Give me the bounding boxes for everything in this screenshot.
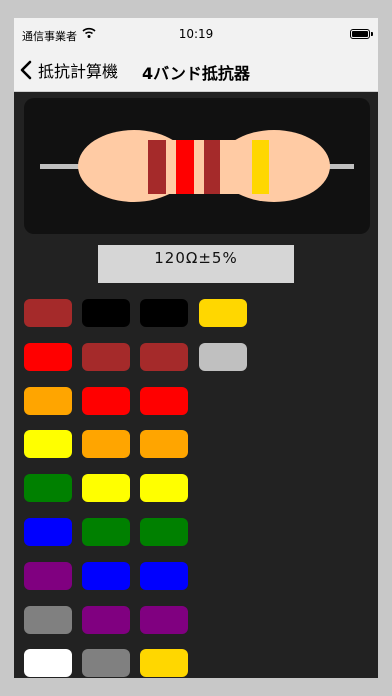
back-button[interactable]: 抵抗計算機	[20, 56, 118, 84]
tolerance-swatch-1[interactable]	[199, 299, 247, 327]
band-1-swatch-6[interactable]	[24, 518, 72, 546]
band-2-swatch-6[interactable]	[82, 518, 130, 546]
multiplier-swatch-2[interactable]	[140, 343, 188, 371]
band-2-swatch-2[interactable]	[82, 343, 130, 371]
multiplier-swatch-7[interactable]	[140, 562, 188, 590]
multiplier-swatch-1[interactable]	[140, 299, 188, 327]
resistor-band-2	[176, 140, 194, 194]
multiplier-swatch-3[interactable]	[140, 387, 188, 415]
resistor-band-4	[252, 140, 269, 194]
status-time: 10:19	[178, 27, 214, 41]
resistor-preview-panel	[24, 98, 370, 234]
band-1-swatch-1[interactable]	[24, 299, 72, 327]
band-2-swatch-8[interactable]	[82, 606, 130, 634]
chevron-left-icon	[20, 60, 32, 80]
resistor-band-3	[204, 140, 220, 194]
band-1-swatch-8[interactable]	[24, 606, 72, 634]
band-2-swatch-1[interactable]	[82, 299, 130, 327]
band-1-swatch-4[interactable]	[24, 430, 72, 458]
resistor-illustration	[40, 130, 354, 202]
band-1-swatch-7[interactable]	[24, 562, 72, 590]
band-2-swatch-7[interactable]	[82, 562, 130, 590]
band-2-swatch-3[interactable]	[82, 387, 130, 415]
resistor-band-1	[148, 140, 166, 194]
multiplier-swatch-4[interactable]	[140, 430, 188, 458]
multiplier-swatch-6[interactable]	[140, 518, 188, 546]
band-2-swatch-4[interactable]	[82, 430, 130, 458]
tolerance-swatch-2[interactable]	[199, 343, 247, 371]
page-title: 4バンド抵抗器	[142, 64, 250, 83]
app-screen: 通信事業者 10:19 抵抗計算機 4バンド抵抗器 120Ω±5%	[14, 18, 378, 678]
status-bar: 通信事業者 10:19	[14, 18, 378, 48]
battery-icon	[350, 29, 370, 39]
battery-tip	[371, 32, 373, 36]
band-2-swatch-5[interactable]	[82, 474, 130, 502]
band-1-swatch-9[interactable]	[24, 649, 72, 677]
multiplier-swatch-5[interactable]	[140, 474, 188, 502]
resistance-value-display: 120Ω±5%	[98, 245, 294, 283]
band-1-swatch-3[interactable]	[24, 387, 72, 415]
back-button-label: 抵抗計算機	[38, 62, 119, 81]
band-1-swatch-5[interactable]	[24, 474, 72, 502]
navigation-bar: 抵抗計算機 4バンド抵抗器	[14, 48, 378, 92]
multiplier-swatch-8[interactable]	[140, 606, 188, 634]
band-1-swatch-2[interactable]	[24, 343, 72, 371]
band-2-swatch-9[interactable]	[82, 649, 130, 677]
multiplier-swatch-9[interactable]	[140, 649, 188, 677]
